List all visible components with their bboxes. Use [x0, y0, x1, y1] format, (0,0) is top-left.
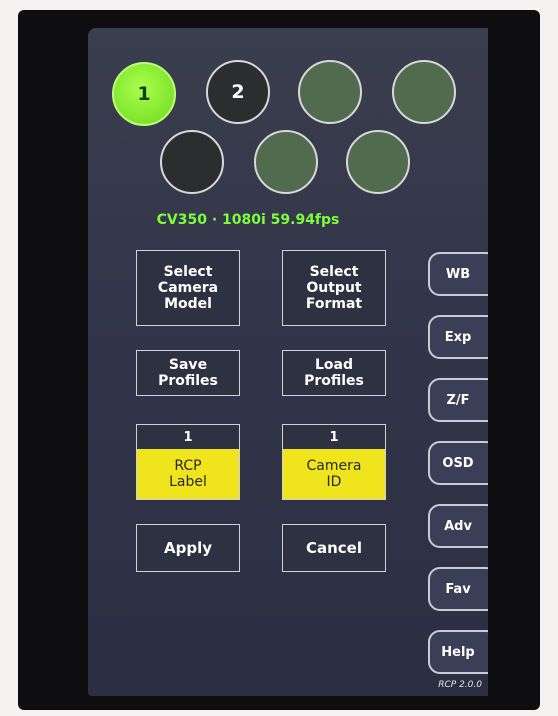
camera-id-control[interactable]: 1 Camera ID: [282, 424, 386, 500]
tab-help[interactable]: Help: [428, 630, 488, 674]
save-profiles-button[interactable]: Save Profiles: [136, 350, 240, 396]
tab-fav[interactable]: Fav: [428, 567, 488, 611]
camera-7-button[interactable]: [346, 130, 410, 194]
tab-adv[interactable]: Adv: [428, 504, 488, 548]
camera-2-button[interactable]: 2: [206, 60, 270, 124]
camera-1-button[interactable]: 1: [112, 62, 176, 126]
cancel-button[interactable]: Cancel: [282, 524, 386, 572]
select-camera-model-button[interactable]: Select Camera Model: [136, 250, 240, 326]
camera-6-button[interactable]: [254, 130, 318, 194]
tab-exp[interactable]: Exp: [428, 315, 488, 359]
tab-osd[interactable]: OSD: [428, 441, 488, 485]
camera-5-button[interactable]: [160, 130, 224, 194]
camera-status-text: CV350 · 1080i 59.94fps: [156, 212, 340, 228]
camera-id-button[interactable]: Camera ID: [283, 449, 385, 499]
select-output-format-button[interactable]: Select Output Format: [282, 250, 386, 326]
rcp-label-button[interactable]: RCP Label: [137, 449, 239, 499]
version-label: RCP 2.0.0: [438, 680, 482, 690]
load-profiles-button[interactable]: Load Profiles: [282, 350, 386, 396]
apply-button[interactable]: Apply: [136, 524, 240, 572]
camera-4-button[interactable]: [392, 60, 456, 124]
tab-zf[interactable]: Z/F: [428, 378, 488, 422]
tab-wb[interactable]: WB: [428, 252, 488, 296]
camera-id-value: 1: [329, 429, 339, 445]
camera-3-button[interactable]: [298, 60, 362, 124]
rcp-label-control[interactable]: 1 RCP Label: [136, 424, 240, 500]
touch-screen: 1 2 CV350 · 1080i 59.94fps Select Camera…: [88, 28, 488, 696]
rcp-label-value: 1: [183, 429, 193, 445]
